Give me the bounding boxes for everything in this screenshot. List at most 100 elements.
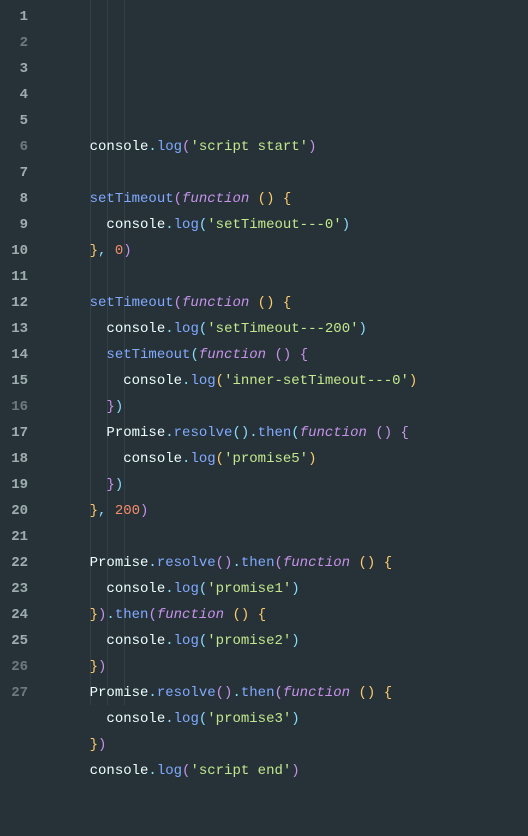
code-token <box>56 503 90 519</box>
code-line[interactable]: console.log('promise1') <box>40 576 528 602</box>
code-token: } <box>106 399 114 415</box>
code-token: ) <box>308 451 316 467</box>
code-token: . <box>165 711 173 727</box>
code-token: { <box>283 295 291 311</box>
code-token <box>56 581 106 597</box>
code-token: ( <box>190 347 198 363</box>
code-token: ) <box>291 763 299 779</box>
code-token: . <box>165 581 173 597</box>
line-number: 24 <box>8 602 28 628</box>
code-token: then <box>258 425 292 441</box>
code-token <box>56 607 90 623</box>
code-token: ) <box>291 581 299 597</box>
code-token <box>56 737 90 753</box>
code-line[interactable] <box>40 264 528 290</box>
code-line[interactable]: }) <box>40 732 528 758</box>
code-token: ( <box>199 581 207 597</box>
code-token <box>375 685 383 701</box>
code-token: console <box>90 139 149 155</box>
code-line[interactable]: console.log('inner-setTimeout---0') <box>40 368 528 394</box>
code-line[interactable]: console.log('promise3') <box>40 706 528 732</box>
code-line[interactable]: Promise.resolve().then(function () { <box>40 550 528 576</box>
code-token <box>56 685 90 701</box>
code-line[interactable]: Promise.resolve().then(function () { <box>40 680 528 706</box>
code-token: } <box>90 503 98 519</box>
code-token: } <box>90 607 98 623</box>
code-token <box>56 477 106 493</box>
line-number: 22 <box>8 550 28 576</box>
code-token: 200 <box>115 503 140 519</box>
code-token: ( <box>174 295 182 311</box>
code-token: ( <box>258 191 266 207</box>
code-line[interactable]: }) <box>40 654 528 680</box>
code-token: console <box>106 321 165 337</box>
code-line[interactable]: Promise.resolve().then(function () { <box>40 420 528 446</box>
code-token <box>56 399 106 415</box>
line-number: 4 <box>8 82 28 108</box>
code-line[interactable]: console.log('promise2') <box>40 628 528 654</box>
code-token <box>56 295 90 311</box>
code-token: ( <box>182 763 190 779</box>
code-token: ( <box>258 295 266 311</box>
code-line[interactable]: setTimeout(function () { <box>40 186 528 212</box>
line-number: 1 <box>8 4 28 30</box>
code-token: ( <box>274 555 282 571</box>
code-line[interactable]: }) <box>40 472 528 498</box>
code-line[interactable] <box>40 784 528 810</box>
code-line[interactable]: console.log('promise5') <box>40 446 528 472</box>
code-token: ( <box>216 555 224 571</box>
code-token: then <box>115 607 149 623</box>
code-token <box>56 373 123 389</box>
code-line[interactable]: console.log('setTimeout---200') <box>40 316 528 342</box>
code-token: ) <box>115 477 123 493</box>
code-token: console <box>106 581 165 597</box>
code-token <box>56 633 106 649</box>
code-token: function <box>283 685 359 701</box>
code-line[interactable]: setTimeout(function () { <box>40 342 528 368</box>
line-number: 18 <box>8 446 28 472</box>
code-token: console <box>106 633 165 649</box>
line-number: 5 <box>8 108 28 134</box>
code-token: Promise <box>106 425 165 441</box>
code-token: ( <box>148 607 156 623</box>
code-token: . <box>148 139 156 155</box>
code-token <box>56 217 106 233</box>
code-token: . <box>165 321 173 337</box>
code-token: . <box>148 685 156 701</box>
code-line[interactable] <box>40 810 528 836</box>
code-token: setTimeout <box>90 295 174 311</box>
code-line[interactable]: }) <box>40 394 528 420</box>
code-line[interactable] <box>40 160 528 186</box>
code-line[interactable]: setTimeout(function () { <box>40 290 528 316</box>
code-line[interactable]: console.log('script end') <box>40 758 528 784</box>
code-token: ) <box>115 399 123 415</box>
code-token: 'script start' <box>190 139 308 155</box>
code-token <box>56 763 90 779</box>
code-token <box>56 659 90 675</box>
line-number-gutter: 1234567891011121314151617181920212223242… <box>0 0 40 705</box>
code-line[interactable]: console.log('script start') <box>40 134 528 160</box>
code-token: ) <box>140 503 148 519</box>
code-line[interactable]: console.log('setTimeout---0') <box>40 212 528 238</box>
code-area[interactable]: console.log('script start') setTimeout(f… <box>40 0 528 705</box>
code-editor[interactable]: 1234567891011121314151617181920212223242… <box>0 0 528 705</box>
code-token <box>274 191 282 207</box>
code-token: ( <box>274 685 282 701</box>
code-token: log <box>174 633 199 649</box>
code-token <box>249 607 257 623</box>
code-line[interactable]: }, 0) <box>40 238 528 264</box>
code-token: ( <box>232 607 240 623</box>
code-token: then <box>241 555 275 571</box>
code-token: ( <box>359 685 367 701</box>
code-line[interactable] <box>40 524 528 550</box>
code-token: ) <box>342 217 350 233</box>
code-token: . <box>148 763 156 779</box>
code-line[interactable]: }).then(function () { <box>40 602 528 628</box>
code-token: ) <box>291 633 299 649</box>
code-token: } <box>90 659 98 675</box>
code-line[interactable]: }, 200) <box>40 498 528 524</box>
code-token: . <box>148 555 156 571</box>
code-token: function <box>157 607 233 623</box>
code-token <box>56 347 106 363</box>
code-token: console <box>106 711 165 727</box>
